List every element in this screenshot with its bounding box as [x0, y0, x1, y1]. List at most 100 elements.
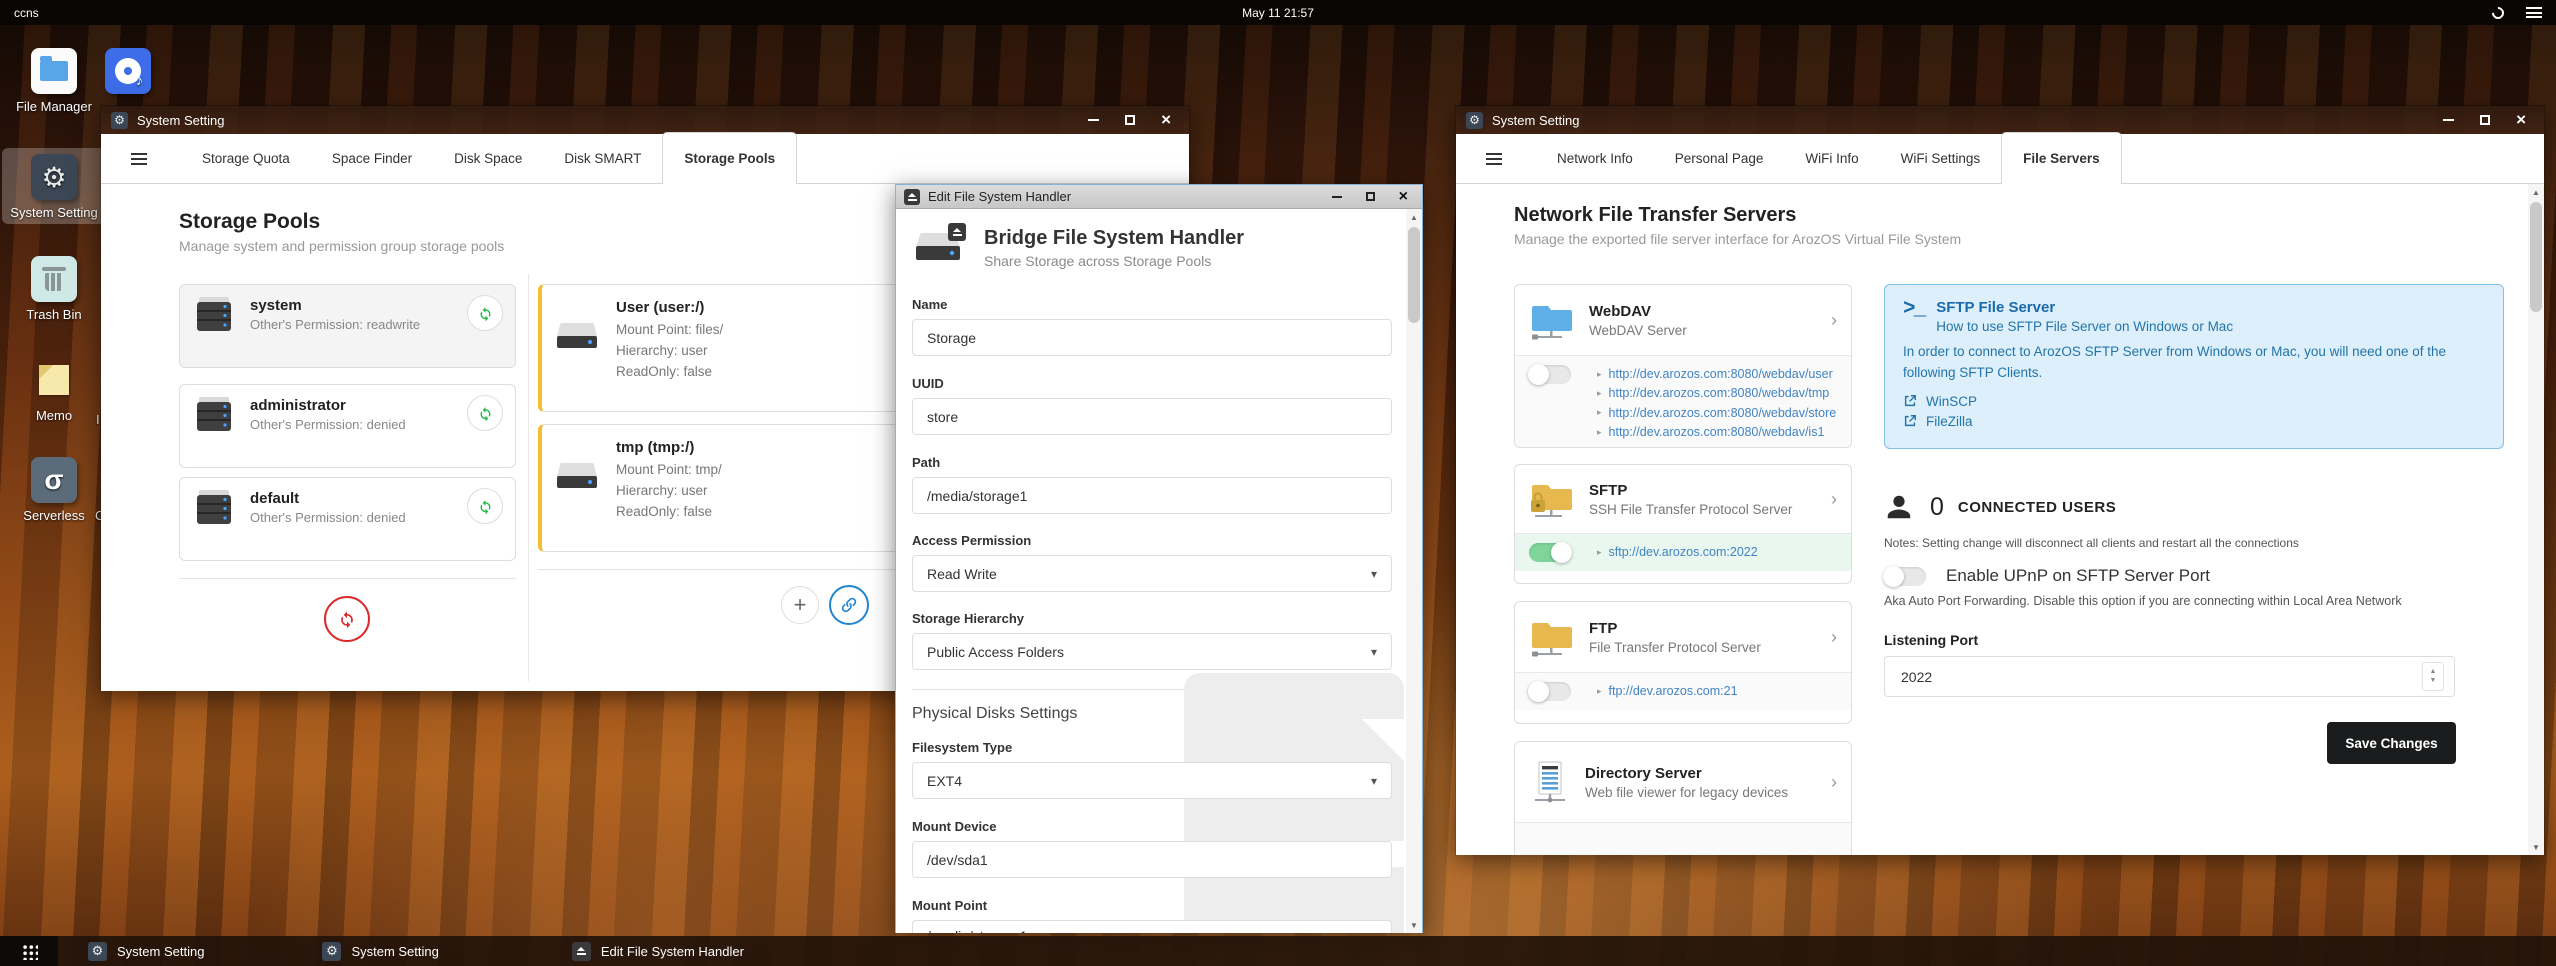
bridge-link-button[interactable] [829, 585, 869, 625]
status-ring-icon[interactable] [2489, 4, 2507, 21]
uuid-input[interactable]: store [912, 398, 1392, 435]
pool-permission: Other's Permission: denied [250, 510, 406, 525]
desktop-icon-music[interactable]: ♪ [103, 48, 153, 99]
desktop-icon-memo[interactable]: Memo [2, 357, 106, 423]
webdav-toggle[interactable] [1528, 364, 1571, 385]
dialog-title: Bridge File System Handler [984, 227, 1245, 249]
desktop-icon-file-manager[interactable]: File Manager [2, 48, 106, 114]
add-vroot-button[interactable]: + [781, 586, 819, 624]
vroot-mount-point: Mount Point: tmp/ [616, 462, 722, 477]
pool-sync-button[interactable] [467, 295, 503, 331]
hamburger-menu-icon[interactable] [1486, 152, 1502, 165]
chevron-right-icon[interactable]: › [1831, 489, 1837, 510]
upnp-description: Aka Auto Port Forwarding. Disable this o… [1884, 594, 2402, 608]
window-titlebar[interactable]: Edit File System Handler × [896, 185, 1422, 209]
webdav-server-card[interactable]: WebDAV WebDAV Server › ▸ http://dev.arozo… [1514, 284, 1852, 448]
maximize-button[interactable] [1365, 192, 1375, 201]
pool-sync-button[interactable] [467, 395, 503, 431]
sftp-server-card[interactable]: SFTP SSH File Transfer Protocol Server ›… [1514, 464, 1852, 584]
vroot-name: User (user:/) [616, 299, 705, 316]
ftp-toggle[interactable] [1528, 681, 1571, 703]
tab-space-finder[interactable]: Space Finder [311, 134, 433, 184]
close-button[interactable]: × [2516, 111, 2526, 128]
mount-point-input[interactable]: /media/storage1 [912, 920, 1392, 933]
menu-icon[interactable] [2526, 7, 2542, 18]
storage-pool-card[interactable]: default Other's Permission: denied [179, 477, 516, 561]
tab-disk-smart[interactable]: Disk SMART [543, 134, 662, 184]
path-input[interactable]: /media/storage1 [912, 477, 1392, 514]
dialog-subtitle: Share Storage across Storage Pools [984, 253, 1212, 269]
scrollbar[interactable]: ▲ ▼ [1406, 209, 1422, 933]
dropdown-caret-icon: ▾ [1370, 773, 1377, 788]
scroll-down-icon[interactable]: ▼ [2528, 839, 2544, 855]
tab-personal-page[interactable]: Personal Page [1654, 134, 1785, 184]
webdav-url-link[interactable]: http://dev.arozos.com:8080/webdav/store [1609, 404, 1837, 423]
webdav-url-link[interactable]: http://dev.arozos.com:8080/webdav/is1 [1609, 423, 1825, 442]
mount-point-label: Mount Point [912, 898, 988, 913]
mount-device-input[interactable]: /dev/sda1 [912, 841, 1392, 878]
ftp-url-link[interactable]: ftp://dev.arozos.com:21 [1609, 682, 1738, 701]
refresh-pools-button[interactable] [324, 596, 370, 642]
scroll-up-icon[interactable]: ▲ [1406, 209, 1422, 225]
tab-storage-pools[interactable]: Storage Pools [662, 132, 798, 186]
sftp-url-link[interactable]: sftp://dev.arozos.com:2022 [1609, 543, 1758, 562]
hamburger-menu-icon[interactable] [131, 152, 147, 165]
desktop-icon-serverless[interactable]: σ Serverless [2, 457, 106, 523]
tab-storage-quota[interactable]: Storage Quota [181, 134, 311, 184]
number-spinner[interactable]: ▲ ▼ [2422, 662, 2444, 691]
storage-pool-card[interactable]: system Other's Permission: readwrite [179, 284, 516, 368]
spinner-down-icon[interactable]: ▼ [2430, 677, 2437, 685]
upnp-toggle[interactable] [1883, 565, 1926, 587]
filezilla-link[interactable]: FileZilla [1903, 414, 2485, 429]
filesystem-type-select[interactable]: EXT4 ▾ [912, 762, 1392, 799]
close-button[interactable]: × [1399, 188, 1408, 204]
close-button[interactable]: × [1161, 111, 1171, 128]
access-permission-select[interactable]: Read Write ▾ [912, 555, 1392, 592]
server-name: Directory Server [1585, 764, 1702, 782]
ftp-server-card[interactable]: FTP File Transfer Protocol Server › ▸ ftp… [1514, 601, 1852, 724]
storage-hierarchy-select[interactable]: Public Access Folders ▾ [912, 633, 1392, 670]
webdav-url-link[interactable]: http://dev.arozos.com:8080/webdav/user [1609, 365, 1833, 384]
triangle-bullet-icon: ▸ [1597, 388, 1602, 399]
winscp-link[interactable]: WinSCP [1903, 394, 2485, 409]
pool-sync-button[interactable] [467, 488, 503, 524]
taskbar-item-edit-fs-handler[interactable]: Edit File System Handler [558, 936, 758, 966]
vroot-card[interactable]: tmp (tmp:/) Mount Point: tmp/ Hierarchy:… [538, 424, 910, 552]
directory-server-card[interactable]: Directory Server Web file viewer for leg… [1514, 741, 1852, 855]
taskbar-item-system-setting[interactable]: ⚙ System Setting [74, 936, 218, 966]
tab-file-servers[interactable]: File Servers [2001, 132, 2122, 186]
tab-network-info[interactable]: Network Info [1536, 134, 1654, 184]
minimize-button[interactable] [2443, 119, 2455, 121]
scrollbar-thumb[interactable] [2530, 202, 2542, 312]
minimize-button[interactable] [1088, 119, 1100, 121]
scrollbar[interactable]: ▲ ▼ [2528, 184, 2544, 855]
app-launcher-button[interactable] [0, 936, 58, 966]
spinner-up-icon[interactable]: ▲ [2430, 668, 2437, 676]
listening-port-input[interactable]: 2022 ▲ ▼ [1884, 656, 2455, 697]
tab-wifi-info[interactable]: WiFi Info [1784, 134, 1879, 184]
taskbar-item-system-setting-2[interactable]: ⚙ System Setting [308, 936, 452, 966]
webdav-url-link[interactable]: http://dev.arozos.com:8080/webdav/tmp [1609, 384, 1830, 403]
save-changes-button[interactable]: Save Changes [2327, 722, 2456, 764]
scroll-up-icon[interactable]: ▲ [2528, 184, 2544, 200]
chevron-right-icon[interactable]: › [1831, 772, 1837, 793]
chevron-right-icon[interactable]: › [1831, 310, 1837, 331]
scrollbar-thumb[interactable] [1408, 227, 1420, 323]
window-titlebar[interactable]: ⚙ System Setting × [1456, 106, 2544, 134]
tab-disk-space[interactable]: Disk Space [433, 134, 543, 184]
vroot-card[interactable]: User (user:/) Mount Point: files/ Hierar… [538, 284, 910, 412]
chevron-right-icon[interactable]: › [1831, 627, 1837, 648]
triangle-bullet-icon: ▸ [1597, 685, 1602, 696]
minimize-button[interactable] [1331, 195, 1342, 198]
scroll-down-icon[interactable]: ▼ [1406, 917, 1422, 933]
window-titlebar[interactable]: ⚙ System Setting × [101, 106, 1189, 134]
desktop-icon-system-setting[interactable]: ⚙ System Setting [2, 148, 106, 224]
maximize-button[interactable] [2480, 115, 2491, 125]
desktop-icon-trash-bin[interactable]: Trash Bin [2, 256, 106, 322]
maximize-button[interactable] [1125, 115, 1136, 125]
storage-pool-card[interactable]: administrator Other's Permission: denied [179, 384, 516, 468]
tab-wifi-settings[interactable]: WiFi Settings [1880, 134, 2002, 184]
name-input[interactable]: Storage [912, 319, 1392, 356]
sftp-toggle[interactable] [1529, 542, 1572, 564]
file-manager-icon [31, 48, 77, 94]
